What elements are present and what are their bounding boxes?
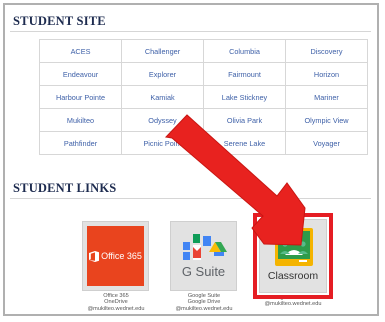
classroom-caption: Google Classroom @mukilteo.wednet.edu — [251, 295, 335, 308]
caption-line: @mukilteo.wednet.edu — [87, 305, 145, 312]
classroom-badge-text: Classroom — [267, 270, 319, 282]
divider — [10, 31, 371, 32]
school-link-lake-stickney[interactable]: Lake Stickney — [203, 85, 286, 109]
school-link-serene-lake[interactable]: Serene Lake — [203, 131, 286, 155]
gsuite-badge-text: G Suite — [181, 264, 226, 279]
school-link-picnic-point[interactable]: Picnic Point — [121, 131, 204, 155]
school-link-odyssey[interactable]: Odyssey — [121, 108, 204, 132]
school-link-challenger[interactable]: Challenger — [121, 39, 204, 63]
school-link-olympic-view[interactable]: Olympic View — [285, 108, 368, 132]
school-link-fairmount[interactable]: Fairmount — [203, 62, 286, 86]
school-link-discovery[interactable]: Discovery — [285, 39, 368, 63]
school-link-grid: ACES Challenger Columbia Discovery Endea… — [39, 39, 368, 155]
classroom-board-icon — [275, 228, 313, 266]
school-link-mariner[interactable]: Mariner — [285, 85, 368, 109]
school-link-olivia-park[interactable]: Olivia Park — [203, 108, 286, 132]
school-link-horizon[interactable]: Horizon — [285, 62, 368, 86]
school-link-columbia[interactable]: Columbia — [203, 39, 286, 63]
google-apps-icon — [183, 234, 227, 260]
school-link-explorer[interactable]: Explorer — [121, 62, 204, 86]
student-links-heading: STUDENT LINKS — [13, 181, 117, 195]
gsuite-caption: Google Suite Google Drive @mukilteo.wedn… — [162, 293, 246, 312]
school-link-harbour-pointe[interactable]: Harbour Pointe — [39, 85, 122, 109]
office365-tile[interactable]: Office 365 — [82, 221, 149, 291]
office-badge-text: Office 365 — [101, 251, 142, 261]
school-link-mukilteo[interactable]: Mukilteo — [39, 108, 122, 132]
school-link-aces[interactable]: ACES — [39, 39, 122, 63]
gsuite-tile[interactable]: G Suite — [170, 221, 237, 291]
school-link-voyager[interactable]: Voyager — [285, 131, 368, 155]
caption-line: @mukilteo.wednet.edu — [264, 301, 322, 308]
office-logo-icon — [89, 250, 100, 262]
student-site-heading: STUDENT SITE — [13, 14, 106, 28]
office365-caption: Office 365 OneDrive @mukilteo.wednet.edu — [74, 293, 158, 312]
school-link-pathfinder[interactable]: Pathfinder — [39, 131, 122, 155]
classroom-tile[interactable]: Classroom — [259, 219, 327, 293]
divider — [10, 198, 371, 199]
office-logo-icon: Office 365 — [87, 226, 144, 286]
school-link-kamiak[interactable]: Kamiak — [121, 85, 204, 109]
caption-line: @mukilteo.wednet.edu — [175, 305, 233, 312]
school-link-endeavour[interactable]: Endeavour — [39, 62, 122, 86]
